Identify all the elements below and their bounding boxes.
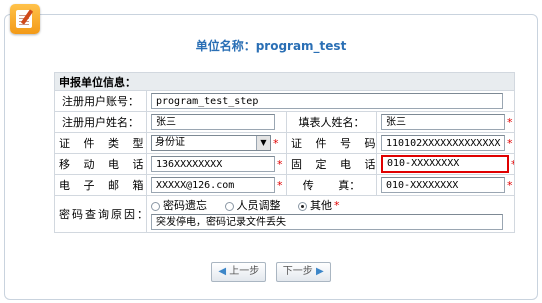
reason-text-input[interactable]: 突发停电，密码记录文件丢失 — [151, 214, 503, 230]
arrow-left-icon: ◀ — [218, 266, 227, 277]
id-number-input[interactable]: 110102XXXXXXXXXXXXX — [381, 135, 505, 151]
required-star: * — [511, 158, 514, 171]
reason-label: 密码查询原因： — [54, 195, 147, 233]
name-input[interactable]: 张三 — [151, 114, 275, 130]
fax-input[interactable]: 010-XXXXXXXX — [381, 177, 505, 193]
required-star: * — [507, 136, 513, 150]
prev-button[interactable]: ◀ 上一步 — [211, 262, 267, 282]
email-input[interactable]: XXXXX@126.com — [151, 177, 275, 193]
section-title: 申报单位信息： — [53, 72, 516, 91]
id-type-select[interactable]: 身份证 ▼ — [151, 135, 271, 151]
reason-option-other[interactable]: 其他 * — [298, 198, 340, 214]
id-type-label: 证 件 类 型： — [54, 132, 147, 154]
account-input[interactable]: program_test_step — [151, 93, 503, 109]
required-star: * — [277, 178, 283, 192]
next-button[interactable]: 下一步 ▶ — [275, 262, 331, 282]
name-label: 注册用户姓名： — [54, 111, 147, 133]
fax-label: 传 真： — [286, 174, 377, 196]
filler-input[interactable]: 张三 — [381, 114, 505, 130]
radio-icon[interactable] — [224, 201, 234, 211]
account-label: 注册用户账号： — [54, 90, 147, 112]
email-label: 电 子 邮 箱： — [54, 174, 147, 196]
chevron-down-icon[interactable]: ▼ — [256, 136, 270, 150]
phone-input[interactable]: 010-XXXXXXXX — [381, 155, 509, 173]
required-star: * — [277, 157, 283, 171]
phone-label: 固 定 电 话： — [286, 153, 377, 175]
notepad-icon — [10, 4, 40, 34]
required-star: * — [507, 115, 513, 129]
mobile-input[interactable]: 136XXXXXXXX — [151, 156, 275, 172]
reason-option-staff-change[interactable]: 人员调整 — [224, 198, 281, 214]
radio-icon[interactable] — [151, 201, 160, 211]
required-star: * — [334, 199, 340, 212]
page-title: 单位名称：program_test — [195, 39, 347, 53]
mobile-label: 移 动 电 话： — [54, 153, 147, 175]
wizard-buttons: ◀ 上一步 下一步 ▶ — [0, 262, 542, 282]
filler-label: 填表人姓名： — [286, 111, 377, 133]
arrow-right-icon: ▶ — [315, 266, 324, 277]
reason-option-forgot[interactable]: 密码遗忘 — [151, 198, 207, 214]
required-star: * — [507, 178, 513, 192]
id-number-label: 证 件 号 码： — [286, 132, 377, 154]
id-type-value: 身份证 — [155, 137, 185, 148]
applicant-form: 申报单位信息： 注册用户账号： program_test_step 注册用户姓名… — [53, 72, 516, 233]
radio-selected-icon[interactable] — [298, 201, 307, 211]
reason-options: 密码遗忘 人员调整 其他 * — [151, 198, 510, 214]
required-star: * — [273, 136, 279, 150]
